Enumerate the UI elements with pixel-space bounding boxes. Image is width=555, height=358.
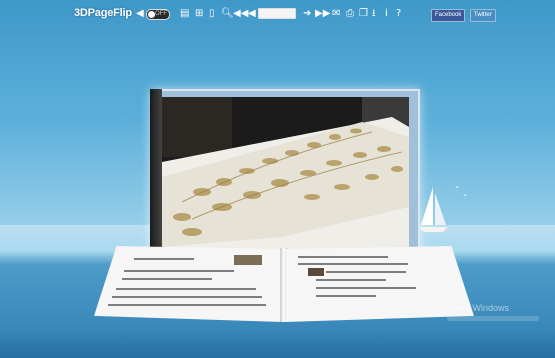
- fullscreen-icon[interactable]: ❐: [359, 8, 368, 20]
- embroidered-cloth-image: [162, 97, 409, 249]
- page-thumbnail-image: [308, 268, 324, 276]
- brand-logo: 3DPageFlip: [74, 7, 132, 19]
- print-icon[interactable]: ⎙: [346, 8, 354, 20]
- text-line: [116, 288, 256, 290]
- text-line: [316, 287, 416, 289]
- flipbook-toolbar: 3DPageFlip ◀ OFF ▤ ⊞ ▯ 🔍︎ ◀◀ ◀ ➜ ▶▶ ✉ ⎙ …: [74, 6, 496, 24]
- activate-windows-watermark: Activate Windows: [438, 303, 510, 313]
- text-line: [134, 258, 194, 260]
- text-line: [122, 278, 212, 280]
- help-icon[interactable]: ?: [396, 8, 401, 20]
- text-line: [112, 296, 262, 298]
- left-page[interactable]: [94, 246, 282, 322]
- sailboat-icon: [419, 187, 448, 232]
- text-line: [124, 270, 234, 272]
- facebook-share-button[interactable]: Facebook: [431, 9, 466, 22]
- page-spine-shadow: [150, 89, 162, 253]
- open-book-spread: [94, 246, 474, 326]
- download-icon[interactable]: ⭳: [372, 8, 376, 20]
- text-line: [298, 256, 388, 258]
- page-thumbnail-image: [234, 255, 262, 265]
- twitter-share-button[interactable]: Twitter: [470, 9, 496, 22]
- thumbnails-icon[interactable]: ▤: [180, 8, 189, 20]
- page-photo-embroidered-cloth: [162, 97, 409, 249]
- sea-shade: [0, 330, 555, 358]
- single-page-icon[interactable]: ▯: [209, 8, 215, 20]
- bird-icon: ⌄: [462, 190, 468, 198]
- previous-page-icon[interactable]: ◀: [248, 8, 256, 20]
- next-page-icon[interactable]: ➜: [303, 8, 311, 20]
- sound-toggle[interactable]: OFF: [146, 9, 170, 20]
- email-icon[interactable]: ✉: [332, 8, 340, 20]
- sound-toggle-label: OFF: [155, 11, 167, 17]
- grid-icon[interactable]: ⊞: [195, 8, 203, 20]
- page-number-input[interactable]: [258, 8, 296, 19]
- info-icon[interactable]: i: [385, 8, 388, 20]
- bird-icon: ⌄: [454, 182, 460, 190]
- viewer-background: 3DPageFlip ◀ OFF ▤ ⊞ ▯ 🔍︎ ◀◀ ◀ ➜ ▶▶ ✉ ⎙ …: [0, 0, 555, 358]
- volume-icon[interactable]: ◀: [136, 8, 144, 20]
- last-page-icon[interactable]: ▶▶: [315, 8, 330, 20]
- text-line: [108, 304, 266, 306]
- watermark-subtitle-blur: [447, 316, 539, 321]
- first-page-icon[interactable]: ◀◀: [233, 8, 248, 20]
- text-line: [298, 263, 408, 265]
- text-line: [326, 271, 406, 273]
- text-line: [316, 279, 386, 281]
- zoom-icon[interactable]: 🔍︎: [221, 8, 234, 20]
- text-line: [316, 295, 376, 297]
